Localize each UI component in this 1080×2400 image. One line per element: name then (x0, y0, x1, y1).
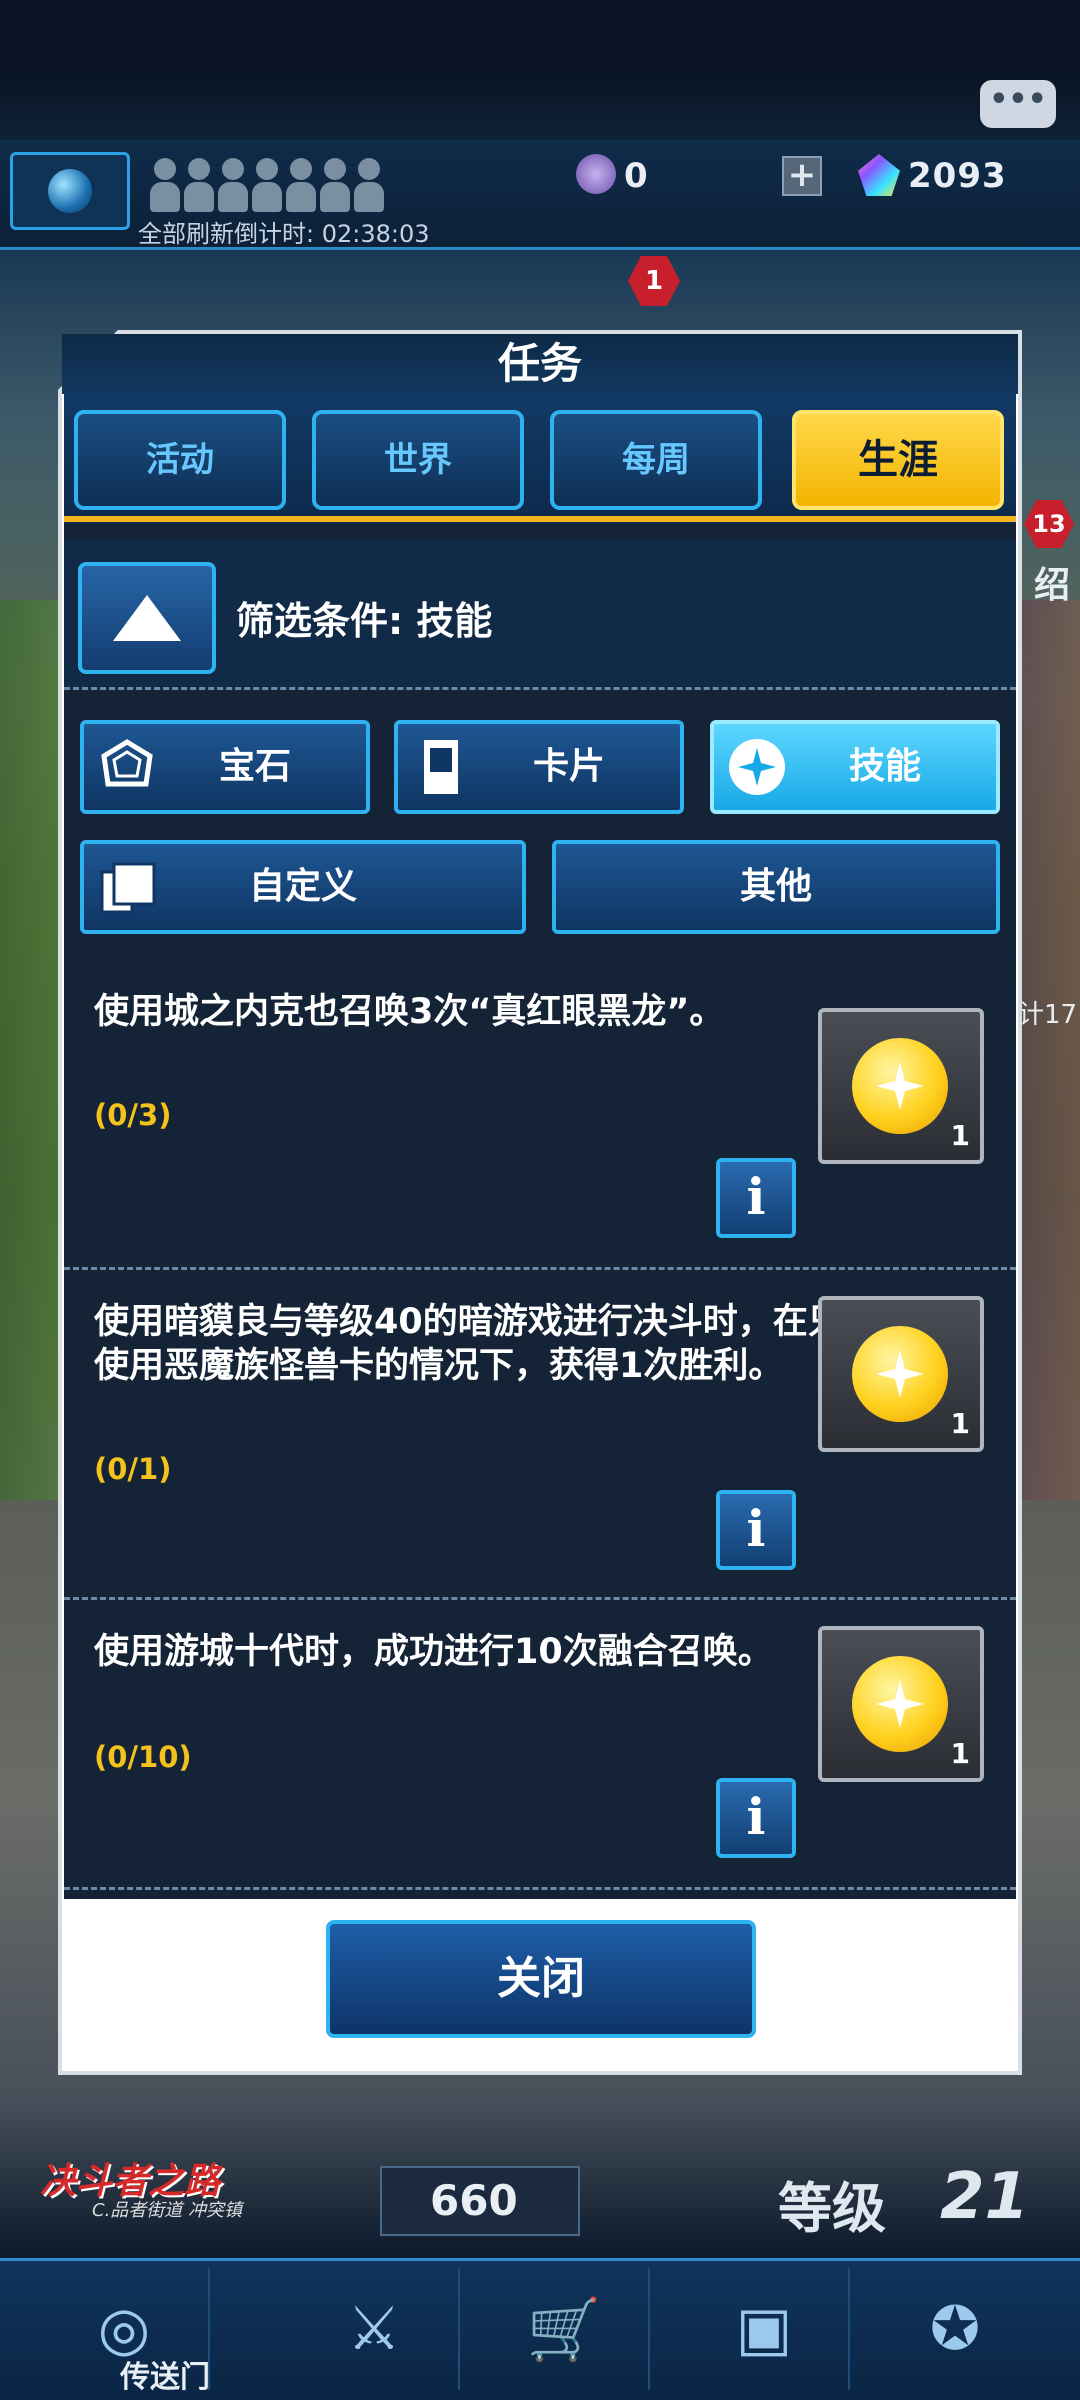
dialog-title: 任务 (497, 339, 582, 388)
quest-item: 使用游城十代时，成功进行10次融合召唤。 (0/10) 1 i (64, 1600, 1016, 1890)
player-silhouette-icon (218, 158, 248, 214)
filter-skill-label: 技能 (848, 746, 921, 787)
filter-gem-label: 宝石 (218, 746, 291, 787)
quest-item: 使用暗貘良与等级40的暗游戏进行决斗时，在只使用恶魔族怪兽卡的情况下，获得1次胜… (64, 1270, 1016, 1600)
quest-progress: (0/10) (94, 1740, 192, 1774)
chat-icon[interactable]: ••• (980, 80, 1056, 128)
duel-swords-icon[interactable]: ⚔ (290, 2268, 460, 2390)
tab-events[interactable]: 活动 (74, 410, 286, 510)
quest-item: 使用城之内克也召唤3次“真红眼黑龙”。 (0/3) 1 i (64, 960, 1016, 1270)
triangle-up-icon (113, 595, 181, 641)
add-gems-button[interactable]: + (782, 156, 822, 196)
tab-career[interactable]: 生涯 (792, 410, 1004, 510)
reward-box[interactable]: 1 (818, 1626, 984, 1782)
reward-count: 1 (950, 1407, 970, 1440)
side-label: 绍 (1034, 565, 1071, 606)
side-small-label: 计17 (1018, 1000, 1078, 1030)
nav-portal-label: 传送门 (120, 2360, 210, 2395)
shop-cart-icon[interactable]: 🛒 (480, 2268, 650, 2390)
refresh-countdown: 全部刷新倒计时: 02:38:03 (138, 220, 430, 248)
player-silhouette-icon (252, 158, 282, 214)
skill-coin-icon (852, 1038, 948, 1134)
filter-skill-button[interactable]: 技能 (710, 720, 1000, 814)
quest-description: 使用游城十代时，成功进行10次融合召唤。 (94, 1632, 773, 1672)
reward-count: 1 (950, 1119, 970, 1152)
player-silhouette-icon (286, 158, 316, 214)
filter-custom-button[interactable]: 自定义 (80, 840, 526, 934)
reward-box[interactable]: 1 (818, 1008, 984, 1164)
quest-list: 使用城之内克也召唤3次“真红眼黑龙”。 (0/3) 1 i 使用暗貘良与等级40… (64, 960, 1016, 1900)
reward-box[interactable]: 1 (818, 1296, 984, 1452)
info-button[interactable]: i (716, 1778, 796, 1858)
filter-gem-button[interactable]: 宝石 (80, 720, 370, 814)
orb-currency-icon (576, 154, 616, 194)
reward-count: 1 (950, 1737, 970, 1770)
duelist-road-subtitle: C.品者街道 冲突镇 (92, 2200, 243, 2221)
quest-description: 使用城之内克也召唤3次“真红眼黑龙”。 (94, 992, 725, 1032)
quest-progress: (0/1) (94, 1452, 172, 1486)
tab-world[interactable]: 世界 (312, 410, 524, 510)
filter-custom-label: 自定义 (248, 866, 357, 907)
level-value: 21 (940, 2160, 1030, 2234)
skill-coin-icon (852, 1326, 948, 1422)
filter-card-button[interactable]: 卡片 (394, 720, 684, 814)
skill-coin-icon (852, 1656, 948, 1752)
tab-underline (64, 516, 1016, 522)
orb-currency-value: 0 (624, 156, 648, 196)
world-globe-button[interactable] (10, 152, 130, 230)
chat-icon-glyph: ••• (989, 82, 1047, 117)
filter-condition-label: 筛选条件: 技能 (236, 599, 493, 643)
close-button[interactable]: 关闭 (326, 1920, 756, 2038)
quest-progress: (0/3) (94, 1098, 172, 1132)
player-silhouette-icon (354, 158, 384, 214)
quest-description: 使用暗貘良与等级40的暗游戏进行决斗时，在只使用恶魔族怪兽卡的情况下，获得1次胜… (94, 1302, 843, 1386)
player-silhouette-icon (184, 158, 214, 214)
filter-card-label: 卡片 (532, 746, 605, 787)
filter-collapse-button[interactable] (78, 562, 216, 674)
emblem-icon[interactable]: ✪ (870, 2268, 1040, 2390)
player-silhouette-icon (320, 158, 350, 214)
level-label: 等级 (778, 2177, 886, 2240)
globe-icon (48, 169, 92, 213)
player-silhouette-icon (150, 158, 180, 214)
tab-weekly[interactable]: 每周 (550, 410, 762, 510)
points-value: 660 (430, 2176, 518, 2225)
gem-currency-value: 2093 (908, 156, 1007, 196)
info-button[interactable]: i (716, 1490, 796, 1570)
filter-other-label: 其他 (739, 866, 812, 907)
filter-other-button[interactable]: 其他 (552, 840, 1000, 934)
deck-cards-icon[interactable]: ▣ (680, 2268, 850, 2390)
info-button[interactable]: i (716, 1158, 796, 1238)
